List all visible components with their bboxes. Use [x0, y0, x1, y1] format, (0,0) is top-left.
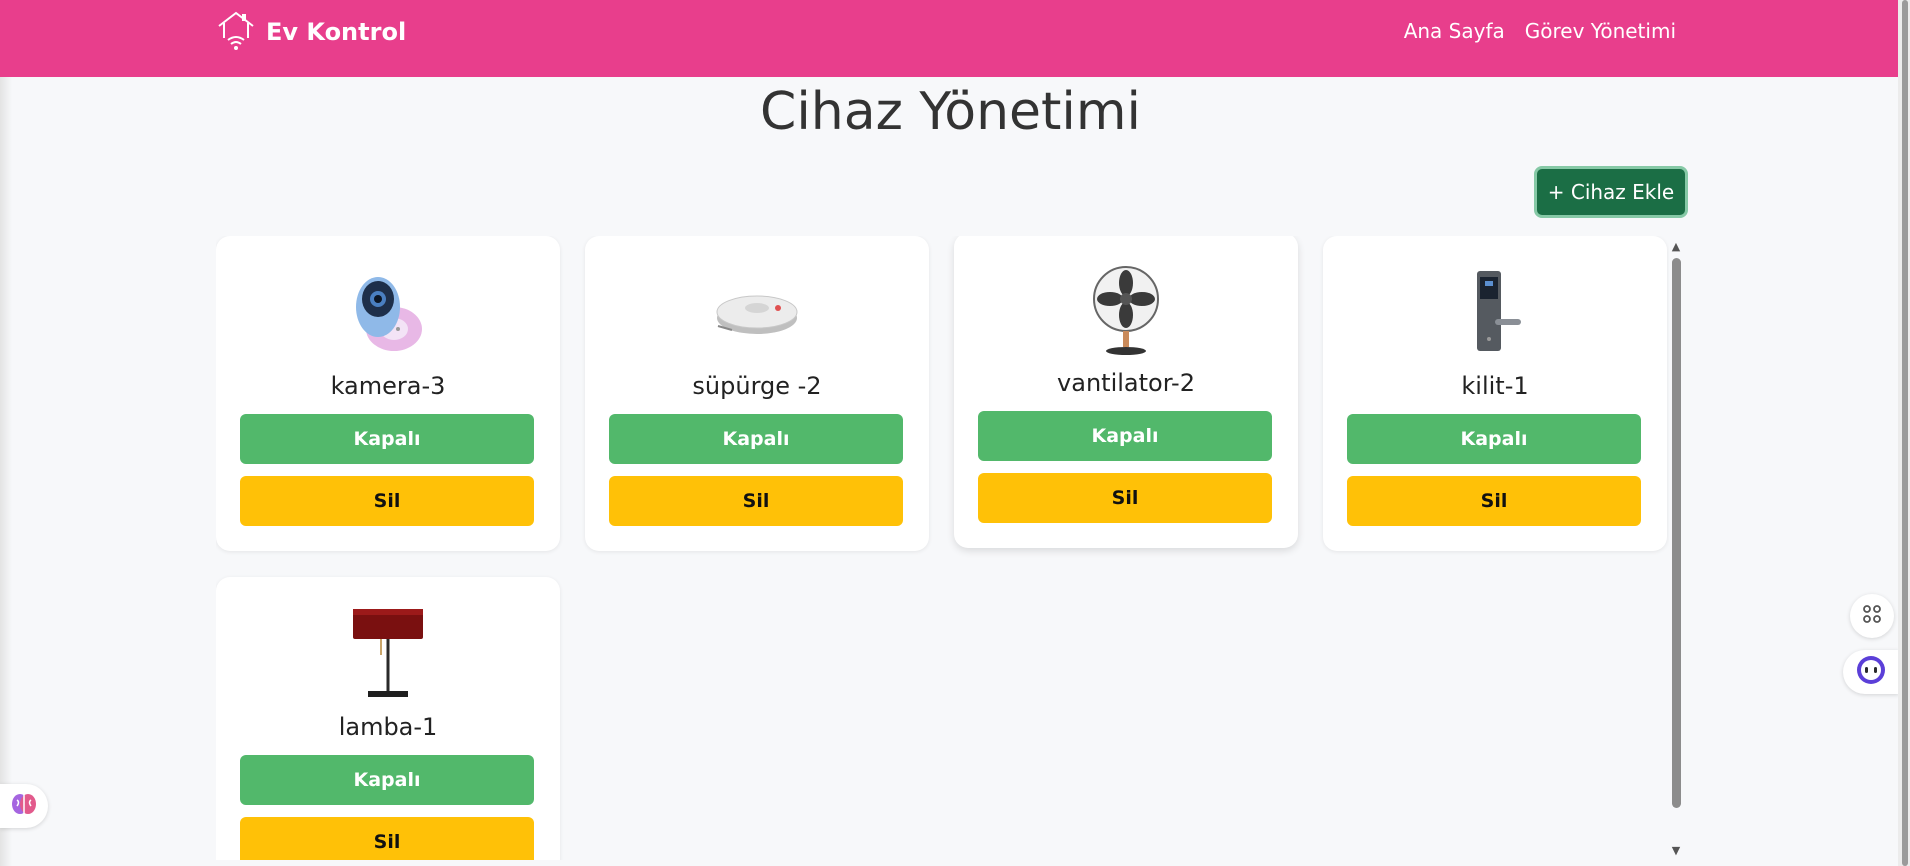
door-lock-icon [1445, 264, 1545, 360]
delete-button[interactable]: Sil [240, 817, 534, 860]
nav-link-tasks[interactable]: Görev Yönetimi [1525, 19, 1676, 43]
page-title: Cihaz Yönetimi [760, 82, 1141, 142]
device-card: vantilator-2 Kapalı Sil [954, 236, 1298, 548]
left-edge-shade [0, 77, 12, 866]
add-device-button[interactable]: + Cihaz Ekle [1534, 166, 1688, 218]
nav-link-home[interactable]: Ana Sayfa [1404, 19, 1505, 43]
device-grid: kamera-3 Kapalı Sil süpürge -2 Kapalı Si… [216, 236, 1669, 860]
navbar: Ev Kontrol Ana Sayfa Görev Yönetimi [0, 0, 1910, 77]
delete-button[interactable]: Sil [609, 476, 903, 526]
brain-icon [10, 790, 38, 822]
device-name: lamba-1 [338, 713, 438, 741]
device-card: kilit-1 Kapalı Sil [1323, 236, 1667, 551]
toggle-button[interactable]: Kapalı [240, 414, 534, 464]
device-grid-scrollbar[interactable]: ▲ ▼ [1668, 236, 1684, 860]
scrollbar-thumb[interactable] [1672, 258, 1681, 808]
device-card: süpürge -2 Kapalı Sil [585, 236, 929, 551]
device-name: kamera-3 [330, 372, 446, 400]
lamp-icon [338, 605, 438, 701]
toggle-button[interactable]: Kapalı [240, 755, 534, 805]
scroll-down-arrow-icon[interactable]: ▼ [1669, 844, 1683, 858]
robot-vacuum-icon [707, 264, 807, 360]
device-name: vantilator-2 [1057, 369, 1195, 397]
toggle-button[interactable]: Kapalı [978, 411, 1272, 461]
smart-home-icon [216, 8, 256, 56]
toggle-button[interactable]: Kapalı [609, 414, 903, 464]
assistant-button[interactable] [1843, 650, 1899, 694]
device-card: lamba-1 Kapalı Sil [216, 577, 560, 860]
delete-button[interactable]: Sil [240, 476, 534, 526]
fan-icon [1076, 261, 1176, 357]
page-scrollbar-thumb[interactable] [1902, 0, 1908, 866]
delete-button[interactable]: Sil [978, 473, 1272, 523]
camera-icon [338, 264, 438, 360]
apps-grid-button[interactable] [1850, 594, 1894, 638]
device-name: kilit-1 [1461, 372, 1529, 400]
toggle-button[interactable]: Kapalı [1347, 414, 1641, 464]
apps-grid-icon [1861, 603, 1883, 629]
assistant-bot-icon [1855, 654, 1887, 690]
scroll-up-arrow-icon[interactable]: ▲ [1669, 240, 1683, 254]
brain-extension-button[interactable] [0, 784, 48, 828]
device-card: kamera-3 Kapalı Sil [216, 236, 560, 551]
brand[interactable]: Ev Kontrol [216, 10, 406, 54]
nav-links: Ana Sayfa Görev Yönetimi [1404, 19, 1676, 43]
brand-text: Ev Kontrol [266, 18, 407, 46]
device-name: süpürge -2 [692, 372, 822, 400]
delete-button[interactable]: Sil [1347, 476, 1641, 526]
